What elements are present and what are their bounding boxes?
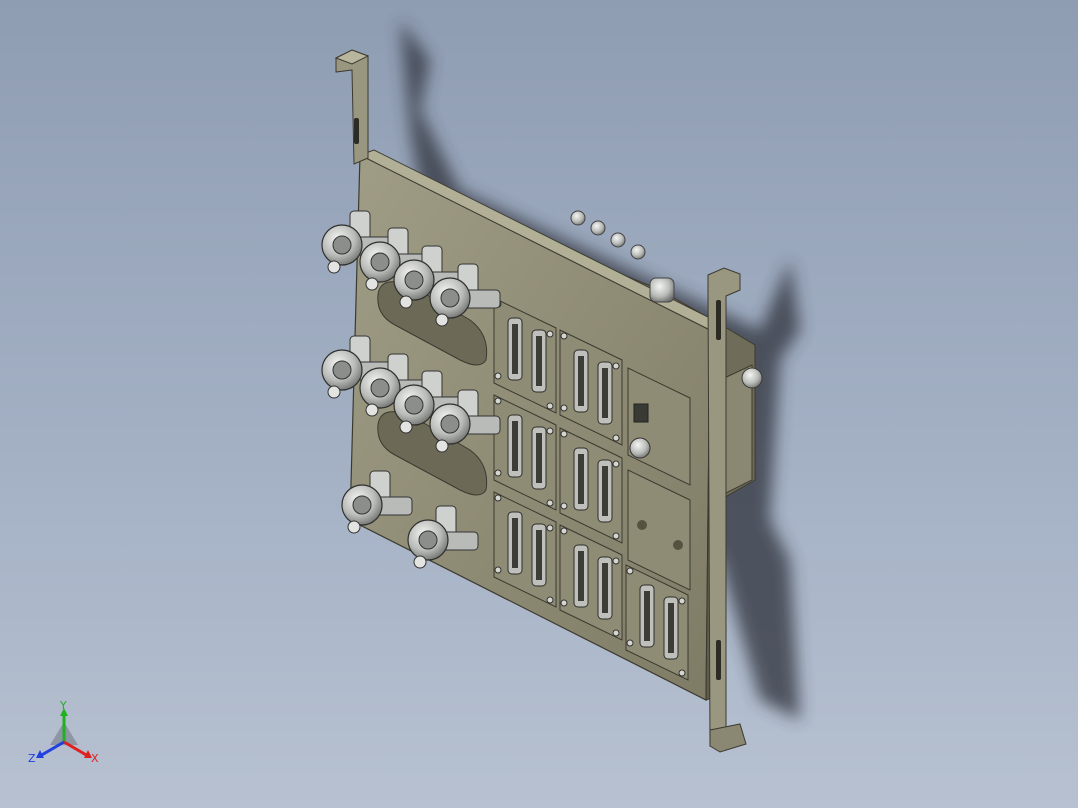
d-sub-connector-icon (507, 317, 523, 381)
d-sub-connector-icon (573, 544, 589, 608)
d-sub-connector-icon (573, 349, 589, 413)
d-sub-connector-icon (507, 414, 523, 478)
assembly-model-view[interactable]: Y X Z (0, 0, 1078, 808)
orientation-triad[interactable]: Y X Z (28, 699, 99, 765)
triad-x-label: X (91, 752, 99, 765)
triad-z-label: Z (28, 752, 36, 765)
triad-y-label: Y (59, 699, 67, 712)
mounting-bracket-left (334, 49, 370, 165)
d-sub-connector-icon (663, 596, 679, 660)
d-sub-connector-icon (531, 426, 547, 490)
d-sub-connector-icon (597, 361, 613, 425)
cad-graphics-viewport[interactable]: Y X Z (0, 0, 1078, 808)
d-sub-connector-icon (597, 556, 613, 620)
d-sub-connector-icon (639, 584, 655, 648)
d-sub-connector-icon (573, 447, 589, 511)
d-sub-connector-icon (531, 523, 547, 587)
d-sub-connector-icon (531, 329, 547, 393)
d-sub-connector-icon (597, 459, 613, 523)
d-sub-connector-icon (507, 511, 523, 575)
